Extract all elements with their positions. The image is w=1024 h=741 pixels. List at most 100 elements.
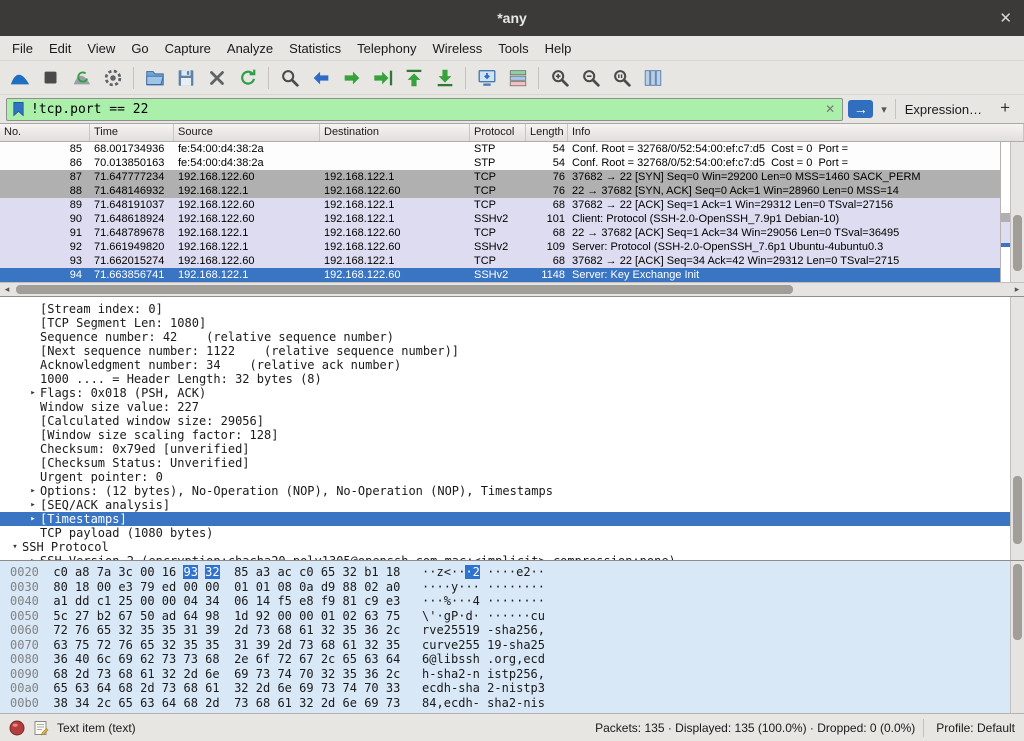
go-forward-button[interactable] bbox=[336, 64, 367, 92]
go-last-button[interactable] bbox=[429, 64, 460, 92]
filter-history-dropdown-icon[interactable]: ▾ bbox=[878, 103, 890, 116]
packet-row-93[interactable]: 9371.662015274192.168.122.60192.168.122.… bbox=[0, 254, 1000, 268]
file-open-button[interactable] bbox=[139, 64, 170, 92]
detail-line[interactable]: [Checksum Status: Unverified] bbox=[0, 456, 1024, 470]
hex-row-0080[interactable]: 0080 36 40 6c 69 62 73 73 68 2e 6f 72 67… bbox=[10, 652, 1024, 667]
hex-row-0050[interactable]: 0050 5c 27 b2 67 50 ad 64 98 1d 92 00 00… bbox=[10, 609, 1024, 624]
selected-byte[interactable]: 2 bbox=[473, 565, 480, 579]
zoom-in-button[interactable] bbox=[544, 64, 575, 92]
column-header-length[interactable]: Length bbox=[526, 124, 568, 141]
detail-line[interactable]: Sequence number: 42 (relative sequence n… bbox=[0, 330, 1024, 344]
details-scrollbar[interactable] bbox=[1010, 297, 1024, 560]
packet-row-94[interactable]: 9471.663856741192.168.122.1192.168.122.6… bbox=[0, 268, 1000, 282]
packet-row-86[interactable]: 8670.013850163fe:54:00:d4:38:2aSTP54Conf… bbox=[0, 156, 1000, 170]
detail-line[interactable]: Checksum: 0x79ed [unverified] bbox=[0, 442, 1024, 456]
bookmark-icon[interactable] bbox=[12, 101, 25, 117]
menu-tools[interactable]: Tools bbox=[490, 38, 536, 59]
packet-row-85[interactable]: 8568.001734936fe:54:00:d4:38:2aSTP54Conf… bbox=[0, 142, 1000, 156]
file-save-button[interactable] bbox=[170, 64, 201, 92]
hex-row-0090[interactable]: 0090 68 2d 73 68 61 32 2d 6e 69 73 74 70… bbox=[10, 667, 1024, 682]
detail-line[interactable]: Urgent pointer: 0 bbox=[0, 470, 1024, 484]
zoom-reset-button[interactable] bbox=[606, 64, 637, 92]
clear-filter-icon[interactable]: ✕ bbox=[823, 102, 837, 116]
menu-capture[interactable]: Capture bbox=[157, 38, 219, 59]
add-filter-button[interactable]: + bbox=[996, 98, 1018, 120]
expander-icon[interactable]: ▸ bbox=[26, 484, 40, 498]
capture-start-button[interactable] bbox=[4, 64, 35, 92]
detail-line[interactable]: 1000 .... = Header Length: 32 bytes (8) bbox=[0, 372, 1024, 386]
find-button[interactable] bbox=[274, 64, 305, 92]
expression-button[interactable]: Expression… bbox=[895, 99, 991, 119]
expander-icon[interactable]: ▾ bbox=[8, 540, 22, 554]
detail-line[interactable]: Acknowledgment number: 34 (relative ack … bbox=[0, 358, 1024, 372]
detail-line[interactable]: [Window size scaling factor: 128] bbox=[0, 428, 1024, 442]
column-header-destination[interactable]: Destination bbox=[320, 124, 470, 141]
packet-row-89[interactable]: 8971.648191037192.168.122.60192.168.122.… bbox=[0, 198, 1000, 212]
detail-line[interactable]: [TCP Segment Len: 1080] bbox=[0, 316, 1024, 330]
go-back-button[interactable] bbox=[305, 64, 336, 92]
profile-status[interactable]: Profile: Default bbox=[923, 719, 1015, 737]
menu-go[interactable]: Go bbox=[123, 38, 156, 59]
hex-row-0020[interactable]: 0020 c0 a8 7a 3c 00 16 93 32 85 a3 ac c0… bbox=[10, 565, 1024, 580]
detail-line[interactable]: ▸Options: (12 bytes), No-Operation (NOP)… bbox=[0, 484, 1024, 498]
selected-byte[interactable]: 32 bbox=[205, 565, 219, 579]
menu-file[interactable]: File bbox=[4, 38, 41, 59]
expander-icon[interactable]: ▸ bbox=[26, 554, 40, 561]
detail-line[interactable]: [Next sequence number: 1122 (relative se… bbox=[0, 344, 1024, 358]
packet-list-scrollbar[interactable] bbox=[1010, 142, 1024, 282]
expander-icon[interactable]: ▸ bbox=[26, 386, 40, 400]
column-header-no[interactable]: No. bbox=[0, 124, 90, 141]
close-button[interactable]: ✕ bbox=[999, 0, 1012, 36]
menu-edit[interactable]: Edit bbox=[41, 38, 79, 59]
expander-icon[interactable]: ▸ bbox=[26, 498, 40, 512]
packet-row-88[interactable]: 8871.648146932192.168.122.1192.168.122.6… bbox=[0, 184, 1000, 198]
detail-line[interactable]: ▸SSH Version 2 (encryption:chacha20-poly… bbox=[0, 554, 1024, 561]
go-first-button[interactable] bbox=[398, 64, 429, 92]
expert-info-icon[interactable] bbox=[9, 720, 25, 736]
detail-line[interactable]: Window size value: 227 bbox=[0, 400, 1024, 414]
detail-line[interactable]: [Stream index: 0] bbox=[0, 302, 1024, 316]
capture-stop-button[interactable] bbox=[35, 64, 66, 92]
hex-row-0060[interactable]: 0060 72 76 65 32 35 35 31 39 2d 73 68 61… bbox=[10, 623, 1024, 638]
menu-telephony[interactable]: Telephony bbox=[349, 38, 424, 59]
packet-list-hscrollbar[interactable]: ◂ ▸ bbox=[0, 282, 1024, 296]
file-close-button[interactable] bbox=[201, 64, 232, 92]
column-header-source[interactable]: Source bbox=[174, 124, 320, 141]
detail-line[interactable]: ▸[Timestamps] bbox=[0, 512, 1024, 526]
selected-byte[interactable]: 93 bbox=[183, 565, 197, 579]
display-filter-input[interactable]: !tcp.port == 22 ✕ bbox=[6, 98, 843, 121]
detail-line[interactable]: ▾SSH Protocol bbox=[0, 540, 1024, 554]
hex-row-0030[interactable]: 0030 80 18 00 e3 79 ed 00 00 01 01 08 0a… bbox=[10, 580, 1024, 595]
detail-line[interactable]: TCP payload (1080 bytes) bbox=[0, 526, 1024, 540]
resize-columns-button[interactable] bbox=[637, 64, 668, 92]
selected-byte[interactable]: · bbox=[465, 565, 472, 579]
colorize-button[interactable] bbox=[502, 64, 533, 92]
packet-row-92[interactable]: 9271.661949820192.168.122.1192.168.122.6… bbox=[0, 240, 1000, 254]
column-header-info[interactable]: Info bbox=[568, 124, 1024, 141]
packet-row-90[interactable]: 9071.648618924192.168.122.60192.168.122.… bbox=[0, 212, 1000, 226]
hex-row-0040[interactable]: 0040 a1 dd c1 25 00 00 04 34 06 14 f5 e8… bbox=[10, 594, 1024, 609]
hex-row-00b0[interactable]: 00b0 38 34 2c 65 63 64 68 2d 73 68 61 32… bbox=[10, 696, 1024, 711]
menu-statistics[interactable]: Statistics bbox=[281, 38, 349, 59]
detail-line[interactable]: ▸[SEQ/ACK analysis] bbox=[0, 498, 1024, 512]
menu-analyze[interactable]: Analyze bbox=[219, 38, 281, 59]
menu-wireless[interactable]: Wireless bbox=[424, 38, 490, 59]
scroll-left-icon[interactable]: ◂ bbox=[0, 283, 14, 296]
column-header-time[interactable]: Time bbox=[90, 124, 174, 141]
go-to-packet-button[interactable] bbox=[367, 64, 398, 92]
expander-icon[interactable]: ▸ bbox=[26, 512, 40, 526]
packet-row-91[interactable]: 9171.648789678192.168.122.1192.168.122.6… bbox=[0, 226, 1000, 240]
detail-line[interactable]: [Calculated window size: 29056] bbox=[0, 414, 1024, 428]
capture-comment-icon[interactable] bbox=[33, 720, 49, 736]
hex-row-0070[interactable]: 0070 63 75 72 76 65 32 35 35 31 39 2d 73… bbox=[10, 638, 1024, 653]
auto-scroll-button[interactable] bbox=[471, 64, 502, 92]
column-header-protocol[interactable]: Protocol bbox=[470, 124, 526, 141]
apply-filter-button[interactable]: → bbox=[848, 100, 873, 118]
hscroll-groove[interactable] bbox=[14, 283, 1010, 296]
menu-help[interactable]: Help bbox=[537, 38, 580, 59]
menu-view[interactable]: View bbox=[79, 38, 123, 59]
hscroll-thumb[interactable] bbox=[16, 285, 793, 294]
scroll-right-icon[interactable]: ▸ bbox=[1010, 283, 1024, 296]
hex-row-00a0[interactable]: 00a0 65 63 64 68 2d 73 68 61 32 2d 6e 69… bbox=[10, 681, 1024, 696]
reload-button[interactable] bbox=[232, 64, 263, 92]
